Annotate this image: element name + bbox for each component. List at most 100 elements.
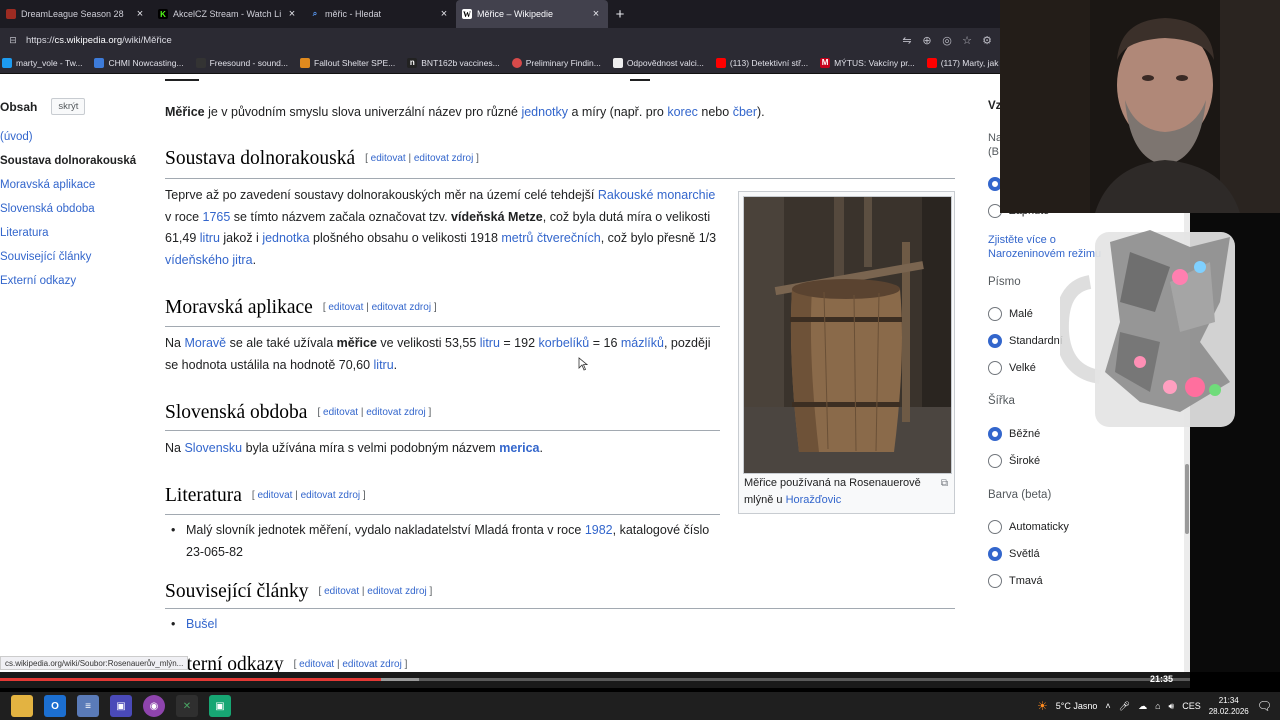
save-icon[interactable]: ▣ bbox=[110, 695, 132, 717]
video-progress-bar[interactable]: cs.wikipedia.org/wiki/Soubor:Rosenauerův… bbox=[0, 656, 1190, 688]
edit-source-link[interactable]: editovat zdroj bbox=[366, 407, 425, 418]
font-option-standard[interactable]: Standardní bbox=[988, 334, 1063, 348]
link-metru-ctverecnich[interactable]: metrů čtverečních bbox=[501, 231, 600, 245]
bookmark-item[interactable]: Odpovědnost valci... bbox=[612, 57, 704, 68]
microphone-icon[interactable]: 🎤︎ bbox=[1119, 701, 1130, 712]
width-option-wide[interactable]: Široké bbox=[988, 454, 1040, 468]
magnify-icon[interactable]: ⧉ bbox=[941, 476, 948, 493]
link-litru[interactable]: litru bbox=[200, 231, 220, 245]
new-tab-button[interactable]: + bbox=[608, 0, 632, 28]
close-icon[interactable]: × bbox=[438, 8, 450, 20]
radio-button[interactable] bbox=[988, 454, 1002, 468]
obs-icon[interactable]: ◉ bbox=[143, 695, 165, 717]
link-busel[interactable]: Bušel bbox=[186, 617, 217, 631]
edit-source-link[interactable]: editovat zdroj bbox=[372, 302, 431, 313]
link-cber[interactable]: čber bbox=[733, 105, 757, 119]
radio-button[interactable] bbox=[988, 361, 1002, 375]
link-korbeliku[interactable]: korbelíků bbox=[539, 336, 590, 350]
edit-link[interactable]: editovat bbox=[328, 302, 363, 313]
radio-button[interactable] bbox=[988, 334, 1002, 348]
bookmark-item[interactable]: Preliminary Findin... bbox=[511, 57, 601, 68]
tab-akcelcz[interactable]: K AkcelCZ Stream - Watch Live on K × bbox=[152, 0, 304, 28]
close-icon[interactable]: × bbox=[134, 8, 146, 20]
color-option-auto[interactable]: Automaticky bbox=[988, 520, 1069, 534]
zoom-icon[interactable]: ⊕ bbox=[920, 33, 934, 47]
reader-icon[interactable]: ◎ bbox=[940, 33, 954, 47]
notifications-icon[interactable]: 🗨︎ bbox=[1257, 699, 1272, 713]
edit-source-link[interactable]: editovat zdroj bbox=[301, 490, 360, 501]
edit-link[interactable]: editovat bbox=[371, 153, 406, 164]
lock-icon[interactable]: ⊟ bbox=[6, 33, 20, 47]
color-option-dark[interactable]: Tmavá bbox=[988, 574, 1043, 588]
bookmark-item[interactable]: (113) Detektivní stř... bbox=[715, 57, 808, 68]
edit-link[interactable]: editovat bbox=[257, 490, 292, 501]
weather-text[interactable]: 5°C Jasno bbox=[1056, 701, 1098, 711]
edit-link[interactable]: editovat bbox=[324, 586, 359, 597]
link-mazliku[interactable]: mázlíků bbox=[621, 336, 664, 350]
network-icon[interactable]: ⌂ bbox=[1155, 701, 1160, 711]
toc-item-moravska[interactable]: Moravská aplikace bbox=[0, 179, 95, 191]
link-rakouske-monarchie[interactable]: Rakouské monarchie bbox=[598, 188, 715, 202]
link-jednotky[interactable]: jednotky bbox=[521, 105, 568, 119]
link-slovensku[interactable]: Slovensku bbox=[184, 441, 242, 455]
link-jednotka[interactable]: jednotka bbox=[262, 231, 309, 245]
font-option-large[interactable]: Velké bbox=[988, 361, 1036, 375]
close-icon[interactable]: × bbox=[286, 8, 298, 20]
extension-icon[interactable]: ⚙ bbox=[980, 33, 994, 47]
link-morave[interactable]: Moravě bbox=[184, 336, 226, 350]
edit-source-link[interactable]: editovat zdroj bbox=[414, 153, 473, 164]
photo-wooden-barrel[interactable] bbox=[743, 196, 952, 474]
color-option-light[interactable]: Světlá bbox=[988, 547, 1040, 561]
chevron-up-icon[interactable]: ˄ bbox=[1105, 701, 1110, 711]
link-1982[interactable]: 1982 bbox=[585, 523, 613, 537]
translate-icon[interactable]: ⇋ bbox=[900, 33, 914, 47]
link-korec[interactable]: korec bbox=[667, 105, 698, 119]
radio-button[interactable] bbox=[988, 427, 1002, 441]
link-litru[interactable]: litru bbox=[480, 336, 500, 350]
toc-item-literatura[interactable]: Literatura bbox=[0, 227, 49, 239]
scrollbar-thumb[interactable] bbox=[1185, 464, 1189, 534]
bookmark-item[interactable]: Freesound - sound... bbox=[195, 57, 288, 68]
bookmark-item[interactable]: n BNT162b vaccines... bbox=[407, 57, 500, 68]
radio-button[interactable] bbox=[988, 520, 1002, 534]
bookmark-item[interactable]: Fallout Shelter SPE... bbox=[300, 57, 395, 68]
link-1765[interactable]: 1765 bbox=[203, 210, 231, 224]
language-indicator[interactable]: CES bbox=[1182, 701, 1201, 711]
notepad-icon[interactable]: ≡ bbox=[77, 695, 99, 717]
volume-icon[interactable]: 🔊︎ bbox=[1169, 701, 1175, 712]
radio-button[interactable] bbox=[988, 547, 1002, 561]
edit-link[interactable]: editovat bbox=[323, 407, 358, 418]
bookmark-star-icon[interactable]: ☆ bbox=[960, 33, 974, 47]
toc-hide-button[interactable]: skrýt bbox=[51, 98, 86, 115]
url-input[interactable]: https://cs.wikipedia.org/wiki/Měřice bbox=[26, 35, 894, 46]
clock[interactable]: 21:34 28.02.2026 bbox=[1209, 695, 1249, 717]
file-explorer-icon[interactable] bbox=[11, 695, 33, 717]
toc-item-externi[interactable]: Externí odkazy bbox=[0, 275, 76, 287]
font-option-small[interactable]: Malé bbox=[988, 307, 1033, 321]
cloud-icon[interactable]: ☁ bbox=[1138, 701, 1147, 712]
toc-item-souvisejici[interactable]: Související články bbox=[0, 251, 91, 263]
radio-button[interactable] bbox=[988, 574, 1002, 588]
toc-item-soustava[interactable]: Soustava dolnorakouská bbox=[0, 155, 136, 167]
bookmark-item[interactable]: marty_vole - Tw... bbox=[2, 57, 82, 68]
link-merica[interactable]: merica bbox=[499, 441, 539, 455]
link-videnskeho-jitra[interactable]: vídeňského jitra bbox=[165, 253, 253, 267]
radio-button[interactable] bbox=[988, 307, 1002, 321]
bookmark-item[interactable]: M MÝTUS: Vakcíny pr... bbox=[820, 57, 915, 68]
toc-item-slovenska[interactable]: Slovenská obdoba bbox=[0, 203, 95, 215]
outlook-icon[interactable]: O bbox=[44, 695, 66, 717]
width-option-standard[interactable]: Běžné bbox=[988, 427, 1040, 441]
edit-source-link[interactable]: editovat zdroj bbox=[367, 586, 426, 597]
toc-item-intro[interactable]: (úvod) bbox=[0, 131, 33, 143]
link-horazdovic[interactable]: Horažďovic bbox=[786, 494, 842, 506]
tab-search[interactable]: ⌕ měřic - Hledat × bbox=[304, 0, 456, 28]
edit-link[interactable]: editovat bbox=[299, 659, 334, 670]
tab-dreamleague[interactable]: DreamLeague Season 28 × bbox=[0, 0, 152, 28]
link-litru[interactable]: litru bbox=[374, 358, 394, 372]
app-icon[interactable]: ▣ bbox=[209, 695, 231, 717]
close-icon[interactable]: × bbox=[590, 8, 602, 20]
tab-wikipedia[interactable]: W Měřice – Wikipedie × bbox=[456, 0, 608, 28]
bookmark-item[interactable]: CHMI Nowcasting... bbox=[94, 57, 184, 68]
excel-icon[interactable]: ✕ bbox=[176, 695, 198, 717]
edit-source-link[interactable]: editovat zdroj bbox=[342, 659, 401, 670]
